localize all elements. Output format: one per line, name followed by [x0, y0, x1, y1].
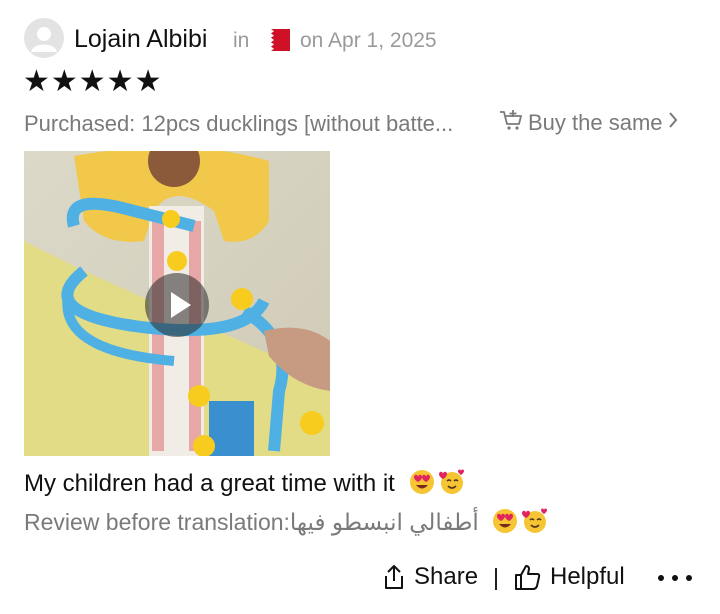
more-options-button[interactable]: [656, 568, 696, 588]
buy-the-same-button[interactable]: Buy the same: [498, 109, 679, 137]
chevron-right-icon: [667, 110, 679, 136]
action-divider: [495, 568, 497, 590]
original-review: Review before translation:أطفالي انبسطو …: [24, 507, 549, 536]
share-label: Share: [414, 563, 479, 590]
helpful-label: Helpful: [550, 563, 625, 590]
original-prefix: Review before translation:: [24, 509, 290, 535]
bahrain-flag-icon: [262, 29, 290, 51]
avatar[interactable]: [24, 18, 64, 58]
buy-the-same-label: Buy the same: [528, 110, 663, 135]
review-text-content: My children had a great time with it: [24, 470, 395, 497]
purchased-item[interactable]: Purchased: 12pcs ducklings [without batt…: [24, 111, 494, 137]
helpful-button[interactable]: Helpful: [514, 563, 625, 591]
heart-eyes-emoji-icon: [493, 509, 518, 533]
smiling-face-with-hearts-icon: [522, 508, 548, 533]
cart-plus-icon: [498, 109, 524, 137]
thumbs-up-icon: [515, 565, 541, 590]
more-dots-icon: [658, 575, 692, 581]
review-text: My children had a great time with it: [24, 468, 466, 498]
smiling-face-with-hearts-icon: [438, 469, 464, 494]
in-label: in: [233, 29, 250, 52]
share-icon: [385, 565, 403, 589]
reviewer-name: Lojain Albibi: [74, 25, 208, 53]
review-date: on Apr 1, 2025: [300, 29, 437, 52]
share-button[interactable]: Share: [382, 563, 478, 591]
star-rating: ★★★★★: [23, 65, 163, 98]
original-review-text: أطفالي انبسطو فيها: [289, 509, 479, 535]
play-icon: [171, 292, 191, 318]
play-button[interactable]: [145, 273, 209, 337]
heart-eyes-emoji-icon: [409, 470, 434, 494]
